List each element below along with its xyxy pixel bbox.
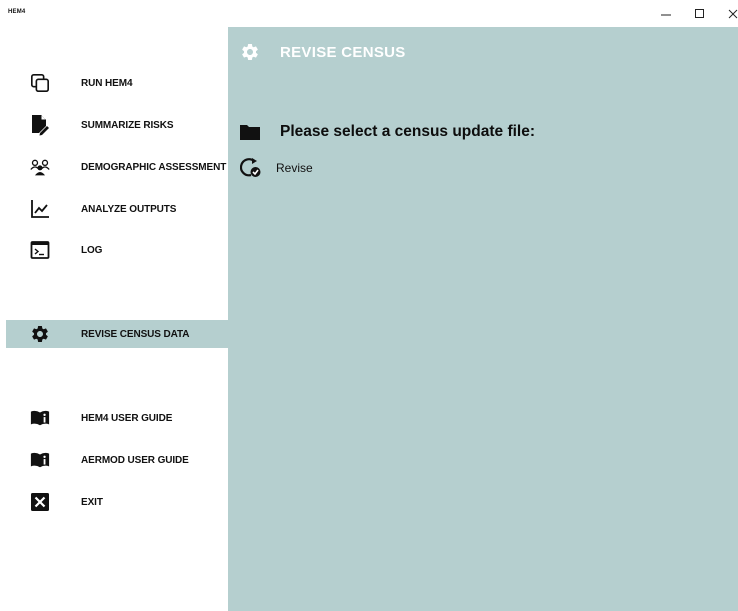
sidebar-item-label: LOG: [81, 244, 103, 256]
sidebar-item-label: AERMOD USER GUIDE: [81, 454, 189, 466]
sidebar-item-label: DEMOGRAPHIC ASSESSMENT: [81, 161, 227, 173]
folder-icon: [240, 124, 260, 140]
sidebar-item-exit[interactable]: EXIT: [6, 488, 228, 516]
census-file-prompt: Please select a census update file:: [280, 123, 536, 140]
title-bar: HEM4: [0, 0, 738, 27]
minimize-button[interactable]: [651, 4, 681, 24]
close-box-icon: [30, 492, 50, 512]
document-edit-icon: [30, 115, 50, 136]
close-button[interactable]: [718, 4, 738, 24]
maximize-icon: [695, 9, 704, 18]
sidebar-item-label: SUMMARIZE RISKS: [81, 119, 174, 131]
book-info-icon: [30, 408, 50, 428]
sidebar: RUN HEM4 SUMMARIZE RISKS DEMOGRAPHIC ASS…: [0, 27, 228, 611]
revise-button[interactable]: Revise: [239, 157, 313, 179]
people-group-icon: [30, 157, 50, 177]
app-title: HEM4: [8, 9, 26, 15]
refresh-check-icon: [239, 157, 262, 179]
sidebar-item-summarize-risks[interactable]: SUMMARIZE RISKS: [6, 111, 228, 139]
sidebar-item-demographic-assessment[interactable]: DEMOGRAPHIC ASSESSMENT: [6, 153, 228, 181]
revise-label: Revise: [276, 161, 313, 175]
maximize-button[interactable]: [685, 4, 715, 24]
copy-windows-icon: [30, 73, 50, 93]
sidebar-item-run-hem4[interactable]: RUN HEM4: [6, 69, 228, 97]
sidebar-item-analyze-outputs[interactable]: ANALYZE OUTPUTS: [6, 195, 228, 223]
sidebar-item-label: RUN HEM4: [81, 77, 133, 89]
sidebar-item-label: ANALYZE OUTPUTS: [81, 203, 177, 215]
terminal-icon: [30, 240, 50, 260]
sidebar-item-hem4-user-guide[interactable]: HEM4 USER GUIDE: [6, 404, 228, 432]
sidebar-item-revise-census-data[interactable]: REVISE CENSUS DATA: [6, 320, 228, 348]
gear-icon: [30, 324, 50, 344]
main-panel: REVISE CENSUS Please select a census upd…: [228, 27, 738, 611]
gear-icon: [240, 42, 260, 62]
sidebar-item-label: REVISE CENSUS DATA: [81, 328, 190, 340]
close-icon: [728, 9, 738, 19]
sidebar-item-label: HEM4 USER GUIDE: [81, 412, 173, 424]
sidebar-item-label: EXIT: [81, 496, 103, 508]
line-chart-icon: [30, 199, 50, 219]
page-title: REVISE CENSUS: [280, 44, 406, 61]
book-info-icon: [30, 450, 50, 470]
sidebar-item-aermod-user-guide[interactable]: AERMOD USER GUIDE: [6, 446, 228, 474]
minimize-icon: [661, 14, 671, 16]
sidebar-item-log[interactable]: LOG: [6, 236, 228, 264]
